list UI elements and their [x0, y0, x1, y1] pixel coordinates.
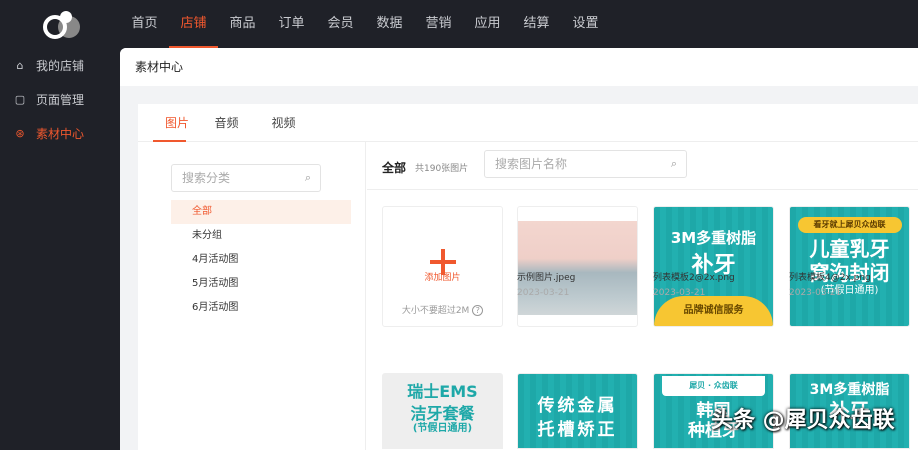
image-thumbnail[interactable] [517, 206, 638, 327]
image-name: 列表模板4@2x.png [789, 273, 871, 283]
image-thumbnail[interactable]: 瑞士EMS 洁牙套餐 (节假日通用) [382, 373, 503, 449]
thumb-text: 3M多重树脂 [670, 229, 757, 247]
category-search-placeholder: 搜索分类 [182, 171, 231, 185]
sidebar-item-label: 页面管理 [36, 92, 85, 107]
image-search-placeholder: 搜索图片名称 [495, 157, 568, 171]
search-icon: ⌕ [670, 157, 677, 170]
thumb-text: 儿童乳牙 [809, 237, 890, 261]
nav-settlement[interactable]: 结算 [512, 0, 561, 48]
category-april[interactable]: 4月活动图 [171, 248, 351, 272]
main-nav: 首页 店铺 商品 订单 会员 数据 营销 应用 结算 设置 [120, 0, 610, 48]
thumb-text: 品牌诚信服务 [654, 296, 773, 326]
image-date: 2023-03-21 [517, 288, 570, 298]
thumb-text: 洁牙套餐 [410, 404, 475, 424]
watermark: 头条 @犀贝众齿联 [711, 408, 895, 433]
image-panel-header: 全部 共190张图片 搜索图片名称 ⌕ [367, 142, 918, 190]
image-name: 列表模板2@2x.png [653, 273, 735, 283]
media-tabs: 图片 音频 视频 [138, 104, 918, 142]
nav-store[interactable]: 店铺 [169, 0, 218, 48]
image-thumbnail[interactable]: 3M多重树脂 补牙 品牌诚信服务 [653, 206, 774, 327]
top-bar: 首页 店铺 商品 订单 会员 数据 营销 应用 结算 设置 [0, 0, 918, 48]
store-icon: ⌂ [16, 58, 24, 72]
image-thumbnail[interactable]: 传统金属 托槽矫正 [517, 373, 638, 449]
material-card: 图片 音频 视频 搜索分类 ⌕ 全部 未分组 4月活动图 5月活动图 6月活动图… [138, 104, 918, 450]
image-count: 共190张图片 [415, 164, 469, 174]
category-june[interactable]: 6月活动图 [171, 296, 351, 320]
image-name: 示例图片.jpeg [517, 273, 576, 283]
nav-settings[interactable]: 设置 [561, 0, 610, 48]
logo-icon [43, 11, 80, 39]
material-icon: ⊛ [15, 126, 25, 140]
thumb-text: 托槽矫正 [537, 420, 618, 441]
thumb-text: 看牙就上犀贝众齿联 [797, 217, 902, 233]
thumb-text: 瑞士EMS [407, 382, 478, 401]
thumb-text: 犀贝 · 众齿联 [662, 376, 765, 396]
category-panel: 搜索分类 ⌕ 全部 未分组 4月活动图 5月活动图 6月活动图 [155, 142, 366, 450]
nav-home[interactable]: 首页 [120, 0, 169, 48]
tab-video[interactable]: 视频 [255, 104, 312, 141]
sidebar-item-label: 我的店铺 [36, 58, 85, 73]
nav-products[interactable]: 商品 [218, 0, 267, 48]
image-search-input[interactable]: 搜索图片名称 ⌕ [484, 150, 687, 178]
upload-hint: 大小不要超过2M [401, 306, 470, 316]
category-ungrouped[interactable]: 未分组 [171, 224, 351, 248]
upload-image-button[interactable]: 大小不要超过2M ? [382, 206, 503, 327]
current-category: 全部 [382, 161, 407, 175]
category-search-input[interactable]: 搜索分类 ⌕ [171, 164, 321, 192]
sidebar-item-label: 素材中心 [36, 126, 85, 141]
image-date: 2023-03-21 [653, 288, 706, 298]
image-thumbnail[interactable]: 看牙就上犀贝众齿联 儿童乳牙 窝沟封闭 (节假日通用) [789, 206, 910, 327]
sidebar: ⌂ 我的店铺 ▢ 页面管理 ⊛ 素材中心 [0, 48, 120, 150]
nav-members[interactable]: 会员 [316, 0, 365, 48]
category-all[interactable]: 全部 [171, 200, 351, 224]
thumb-text: (节假日通用) [412, 423, 473, 435]
page-icon: ▢ [14, 92, 26, 106]
nav-apps[interactable]: 应用 [463, 0, 512, 48]
nav-marketing[interactable]: 营销 [414, 0, 463, 48]
thumb-text: 3M多重树脂 [809, 382, 890, 398]
nav-orders[interactable]: 订单 [267, 0, 316, 48]
nav-data[interactable]: 数据 [365, 0, 414, 48]
image-panel: 全部 共190张图片 搜索图片名称 ⌕ 大小不要超过2M ? 添加图片 示例图片… [367, 142, 918, 450]
tab-images[interactable]: 图片 [153, 104, 198, 142]
image-date: 2023-03-21 [789, 288, 842, 298]
sidebar-item-page-management[interactable]: ▢ 页面管理 [0, 82, 120, 116]
sidebar-item-my-store[interactable]: ⌂ 我的店铺 [0, 48, 120, 82]
tab-audio[interactable]: 音频 [198, 104, 255, 141]
sidebar-item-material-center[interactable]: ⊛ 素材中心 [0, 116, 120, 150]
thumb-text: 传统金属 [537, 396, 618, 416]
help-icon: ? [472, 305, 484, 316]
add-image-link[interactable]: 添加图片 [382, 270, 503, 283]
search-icon: ⌕ [304, 171, 311, 184]
category-may[interactable]: 5月活动图 [171, 272, 351, 296]
main-content: 素材中心 图片 音频 视频 搜索分类 ⌕ 全部 未分组 4月活动图 5月活动图 … [120, 48, 918, 450]
page-title: 素材中心 [120, 48, 918, 86]
